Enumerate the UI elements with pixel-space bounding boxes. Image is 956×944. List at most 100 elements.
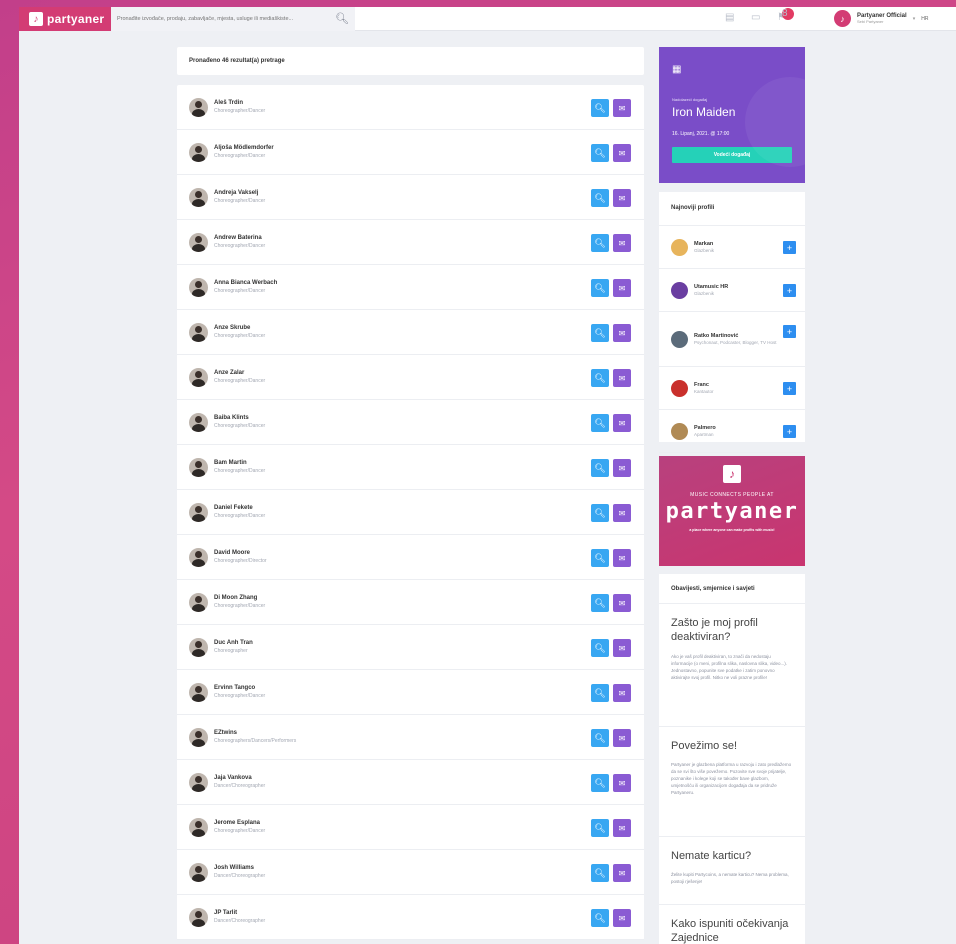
message-button[interactable]: ✉ bbox=[613, 864, 631, 882]
message-button[interactable]: ✉ bbox=[613, 729, 631, 747]
avatar[interactable] bbox=[189, 502, 208, 522]
profile-name[interactable]: Duc Anh Tran bbox=[214, 640, 253, 648]
profile-name[interactable]: Andreja Vakselj bbox=[214, 190, 265, 198]
profile-name[interactable]: David Moore bbox=[214, 550, 267, 558]
message-button[interactable]: ✉ bbox=[613, 189, 631, 207]
profile-name[interactable]: Andrew Baterina bbox=[214, 235, 265, 243]
add-profile-button[interactable]: + bbox=[783, 241, 796, 254]
view-profile-button[interactable]: 🔍︎ bbox=[591, 324, 609, 342]
message-button[interactable]: ✉ bbox=[613, 639, 631, 657]
message-button[interactable]: ✉ bbox=[613, 234, 631, 252]
promo-banner[interactable]: ♪ MUSIC CONNECTS PEOPLE AT partyaner a p… bbox=[659, 456, 805, 566]
view-profile-button[interactable]: 🔍︎ bbox=[591, 234, 609, 252]
profile-name[interactable]: JP Tarlit bbox=[214, 910, 265, 918]
avatar[interactable] bbox=[189, 772, 208, 792]
search-icon[interactable]: 🔍︎ bbox=[335, 12, 349, 25]
view-profile-button[interactable]: 🔍︎ bbox=[591, 684, 609, 702]
profile-name[interactable]: Anze Skrube bbox=[214, 325, 265, 333]
avatar[interactable] bbox=[189, 862, 208, 882]
avatar[interactable] bbox=[189, 907, 208, 927]
tip-item[interactable]: Nemate karticu? Želite kupiti Partycoins… bbox=[659, 837, 805, 905]
avatar[interactable] bbox=[189, 187, 208, 207]
message-button[interactable]: ✉ bbox=[613, 909, 631, 927]
profile-name[interactable]: Jerome Esplana bbox=[214, 820, 265, 828]
view-profile-button[interactable]: 🔍︎ bbox=[591, 414, 609, 432]
avatar[interactable] bbox=[189, 142, 208, 162]
avatar[interactable] bbox=[671, 422, 688, 440]
view-profile-button[interactable]: 🔍︎ bbox=[591, 504, 609, 522]
add-profile-button[interactable]: + bbox=[783, 382, 796, 395]
message-button[interactable]: ✉ bbox=[613, 819, 631, 837]
profile-name[interactable]: Bam Martin bbox=[214, 460, 265, 468]
message-button[interactable]: ✉ bbox=[613, 594, 631, 612]
view-profile-button[interactable]: 🔍︎ bbox=[591, 774, 609, 792]
message-button[interactable]: ✉ bbox=[613, 414, 631, 432]
avatar[interactable] bbox=[189, 322, 208, 342]
view-profile-button[interactable]: 🔍︎ bbox=[591, 549, 609, 567]
message-button[interactable]: ✉ bbox=[613, 549, 631, 567]
message-button[interactable]: ✉ bbox=[613, 279, 631, 297]
avatar[interactable] bbox=[189, 457, 208, 477]
tip-item[interactable]: Kako ispuniti očekivanja Zajednice bbox=[659, 905, 805, 944]
chevron-down-icon[interactable]: ▾ bbox=[913, 16, 916, 22]
view-profile-button[interactable]: 🔍︎ bbox=[591, 99, 609, 117]
add-profile-button[interactable]: + bbox=[783, 425, 796, 438]
profile-name[interactable]: Aljoša Mödlemdorfer bbox=[214, 145, 274, 153]
avatar[interactable] bbox=[189, 97, 208, 117]
messages-icon[interactable]: ▭ bbox=[751, 12, 763, 24]
avatar[interactable] bbox=[189, 412, 208, 432]
profile-name[interactable]: Franc bbox=[694, 382, 714, 389]
profile-name[interactable]: Daniel Fekete bbox=[214, 505, 265, 513]
profile-name[interactable]: Jaja Vankova bbox=[214, 775, 265, 783]
brand-logo[interactable]: ♪ partyaner bbox=[19, 7, 111, 31]
message-button[interactable]: ✉ bbox=[613, 504, 631, 522]
message-button[interactable]: ✉ bbox=[613, 684, 631, 702]
user-menu[interactable]: ♪ Partyaner Official Sebi Partyaner ▾ HR bbox=[834, 10, 928, 27]
profile-name[interactable]: Ervinn Tangco bbox=[214, 685, 265, 693]
message-button[interactable]: ✉ bbox=[613, 774, 631, 792]
avatar[interactable] bbox=[189, 637, 208, 657]
event-title[interactable]: Iron Maiden bbox=[672, 105, 792, 119]
profile-name[interactable]: Josh Williams bbox=[214, 865, 265, 873]
profile-name[interactable]: Anze Zalar bbox=[214, 370, 265, 378]
view-profile-button[interactable]: 🔍︎ bbox=[591, 639, 609, 657]
message-button[interactable]: ✉ bbox=[613, 144, 631, 162]
avatar[interactable] bbox=[189, 592, 208, 612]
view-profile-button[interactable]: 🔍︎ bbox=[591, 594, 609, 612]
message-button[interactable]: ✉ bbox=[613, 369, 631, 387]
avatar[interactable] bbox=[671, 238, 688, 256]
tip-item[interactable]: Zašto je moj profil deaktiviran? Ako je … bbox=[659, 604, 805, 727]
profile-name[interactable]: EZtwins bbox=[214, 730, 296, 738]
avatar[interactable] bbox=[189, 547, 208, 567]
view-profile-button[interactable]: 🔍︎ bbox=[591, 459, 609, 477]
message-button[interactable]: ✉ bbox=[613, 459, 631, 477]
avatar[interactable] bbox=[189, 367, 208, 387]
message-button[interactable]: ✉ bbox=[613, 99, 631, 117]
view-profile-button[interactable]: 🔍︎ bbox=[591, 369, 609, 387]
profile-name[interactable]: Utamusic HR bbox=[694, 284, 728, 291]
view-profile-button[interactable]: 🔍︎ bbox=[591, 819, 609, 837]
avatar[interactable] bbox=[189, 232, 208, 252]
profile-name[interactable]: Baiba Klints bbox=[214, 415, 265, 423]
event-cta-button[interactable]: Vodeći događaj bbox=[672, 147, 792, 163]
language-selector[interactable]: HR bbox=[921, 16, 928, 22]
notifications-icon[interactable]: ⚑ 8 bbox=[777, 8, 794, 24]
profile-name[interactable]: Anna Bianca Werbach bbox=[214, 280, 277, 288]
tip-item[interactable]: Povežimo se! Partyaner je glazbena platf… bbox=[659, 727, 805, 837]
profile-name[interactable]: Markan bbox=[694, 241, 714, 248]
avatar[interactable] bbox=[671, 379, 688, 397]
profile-name[interactable]: Palmero bbox=[694, 425, 716, 432]
view-profile-button[interactable]: 🔍︎ bbox=[591, 189, 609, 207]
message-button[interactable]: ✉ bbox=[613, 324, 631, 342]
add-profile-button[interactable]: + bbox=[783, 325, 796, 338]
avatar[interactable] bbox=[671, 330, 688, 348]
add-profile-button[interactable]: + bbox=[783, 284, 796, 297]
profile-name[interactable]: Ratko Martinović bbox=[694, 333, 776, 340]
avatar[interactable] bbox=[189, 682, 208, 702]
avatar[interactable] bbox=[189, 817, 208, 837]
avatar[interactable] bbox=[189, 277, 208, 297]
profile-name[interactable]: Aleš Trdin bbox=[214, 100, 265, 108]
search-input[interactable] bbox=[117, 16, 327, 22]
profile-name[interactable]: Di Moon Zhang bbox=[214, 595, 265, 603]
view-profile-button[interactable]: 🔍︎ bbox=[591, 144, 609, 162]
